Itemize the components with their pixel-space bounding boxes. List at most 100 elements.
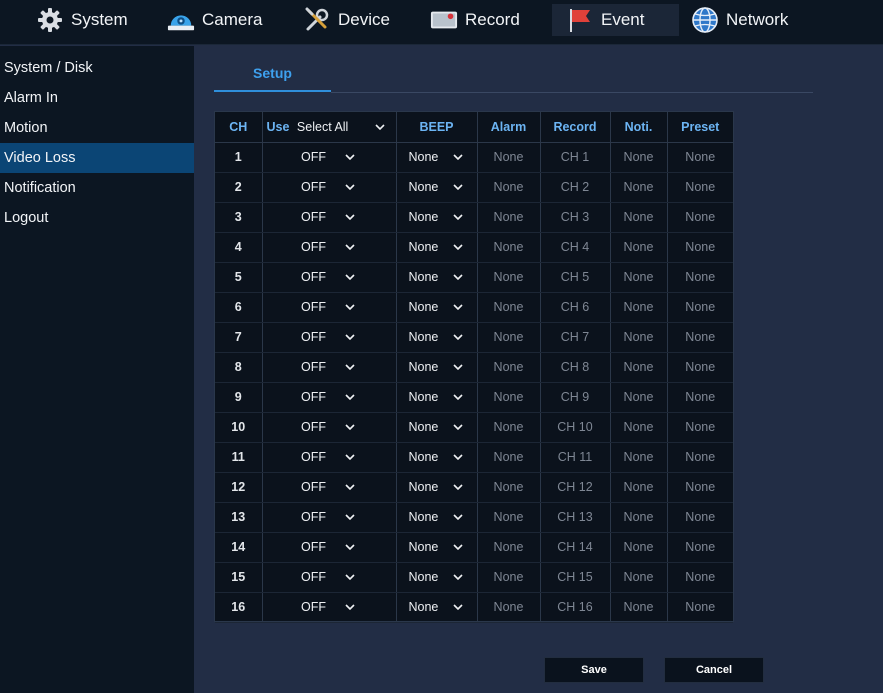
cell-record[interactable]: CH 14 (540, 532, 611, 563)
cell-preset[interactable]: None (667, 502, 733, 533)
sidebar-item-system-disk[interactable]: System / Disk (0, 53, 194, 83)
use-dropdown[interactable]: OFF (301, 390, 357, 404)
use-dropdown[interactable]: OFF (301, 270, 357, 284)
cell-record[interactable]: CH 3 (540, 202, 611, 233)
sidebar-item-logout[interactable]: Logout (0, 203, 194, 233)
nav-camera[interactable]: Camera (167, 4, 277, 36)
beep-dropdown[interactable]: None (409, 390, 465, 404)
cancel-button[interactable]: Cancel (664, 657, 764, 683)
beep-dropdown[interactable]: None (409, 330, 465, 344)
nav-system[interactable]: System (36, 4, 146, 36)
cell-alarm[interactable]: None (477, 412, 541, 443)
tab-setup[interactable]: Setup (214, 56, 331, 92)
cell-noti[interactable]: None (610, 232, 668, 263)
sidebar-item-video-loss[interactable]: Video Loss (0, 143, 194, 173)
beep-dropdown[interactable]: None (409, 360, 465, 374)
cell-alarm[interactable]: None (477, 472, 541, 503)
cell-noti[interactable]: None (610, 472, 668, 503)
beep-dropdown[interactable]: None (409, 570, 465, 584)
cell-preset[interactable]: None (667, 442, 733, 473)
save-button[interactable]: Save (544, 657, 644, 683)
nav-device[interactable]: Device (303, 4, 413, 36)
cell-record[interactable]: CH 12 (540, 472, 611, 503)
cell-preset[interactable]: None (667, 472, 733, 503)
cell-noti[interactable]: None (610, 502, 668, 533)
use-dropdown[interactable]: OFF (301, 210, 357, 224)
use-dropdown[interactable]: OFF (301, 240, 357, 254)
use-dropdown[interactable]: OFF (301, 360, 357, 374)
cell-alarm[interactable]: None (477, 142, 541, 173)
nav-network[interactable]: Network (691, 4, 801, 36)
cell-alarm[interactable]: None (477, 382, 541, 413)
cell-noti[interactable]: None (610, 292, 668, 323)
cell-noti[interactable]: None (610, 262, 668, 293)
sidebar-item-notification[interactable]: Notification (0, 173, 194, 203)
cell-record[interactable]: CH 11 (540, 442, 611, 473)
cell-alarm[interactable]: None (477, 262, 541, 293)
cell-alarm[interactable]: None (477, 292, 541, 323)
use-dropdown[interactable]: OFF (301, 420, 357, 434)
cell-record[interactable]: CH 6 (540, 292, 611, 323)
use-dropdown[interactable]: OFF (301, 300, 357, 314)
use-dropdown[interactable]: OFF (301, 180, 357, 194)
sidebar-item-alarm-in[interactable]: Alarm In (0, 83, 194, 113)
nav-record[interactable]: Record (430, 4, 540, 36)
cell-record[interactable]: CH 7 (540, 322, 611, 353)
use-dropdown[interactable]: OFF (301, 600, 357, 614)
beep-dropdown[interactable]: None (409, 510, 465, 524)
cell-alarm[interactable]: None (477, 172, 541, 203)
cell-alarm[interactable]: None (477, 202, 541, 233)
use-dropdown[interactable]: OFF (301, 150, 357, 164)
cell-preset[interactable]: None (667, 562, 733, 593)
cell-alarm[interactable]: None (477, 322, 541, 353)
beep-dropdown[interactable]: None (409, 180, 465, 194)
cell-record[interactable]: CH 2 (540, 172, 611, 203)
cell-noti[interactable]: None (610, 202, 668, 233)
beep-dropdown[interactable]: None (409, 270, 465, 284)
cell-preset[interactable]: None (667, 412, 733, 443)
use-dropdown[interactable]: OFF (301, 570, 357, 584)
cell-noti[interactable]: None (610, 532, 668, 563)
cell-preset[interactable]: None (667, 232, 733, 263)
sidebar-item-motion[interactable]: Motion (0, 113, 194, 143)
cell-noti[interactable]: None (610, 412, 668, 443)
cell-preset[interactable]: None (667, 202, 733, 233)
cell-record[interactable]: CH 1 (540, 142, 611, 173)
cell-alarm[interactable]: None (477, 562, 541, 593)
cell-noti[interactable]: None (610, 592, 668, 623)
beep-dropdown[interactable]: None (409, 210, 465, 224)
cell-alarm[interactable]: None (477, 502, 541, 533)
cell-alarm[interactable]: None (477, 442, 541, 473)
cell-alarm[interactable]: None (477, 232, 541, 263)
cell-preset[interactable]: None (667, 322, 733, 353)
cell-alarm[interactable]: None (477, 532, 541, 563)
use-dropdown[interactable]: OFF (301, 510, 357, 524)
beep-dropdown[interactable]: None (409, 450, 465, 464)
use-dropdown[interactable]: OFF (301, 480, 357, 494)
cell-record[interactable]: CH 4 (540, 232, 611, 263)
beep-dropdown[interactable]: None (409, 600, 465, 614)
cell-alarm[interactable]: None (477, 352, 541, 383)
cell-preset[interactable]: None (667, 592, 733, 623)
cell-record[interactable]: CH 13 (540, 502, 611, 533)
cell-noti[interactable]: None (610, 382, 668, 413)
cell-noti[interactable]: None (610, 172, 668, 203)
cell-noti[interactable]: None (610, 442, 668, 473)
cell-record[interactable]: CH 9 (540, 382, 611, 413)
cell-preset[interactable]: None (667, 142, 733, 173)
cell-record[interactable]: CH 16 (540, 592, 611, 623)
use-dropdown[interactable]: OFF (301, 330, 357, 344)
select-all-dropdown[interactable]: Select All (297, 120, 387, 134)
cell-preset[interactable]: None (667, 262, 733, 293)
cell-record[interactable]: CH 10 (540, 412, 611, 443)
beep-dropdown[interactable]: None (409, 300, 465, 314)
beep-dropdown[interactable]: None (409, 480, 465, 494)
beep-dropdown[interactable]: None (409, 420, 465, 434)
cell-preset[interactable]: None (667, 172, 733, 203)
cell-record[interactable]: CH 15 (540, 562, 611, 593)
use-dropdown[interactable]: OFF (301, 540, 357, 554)
cell-record[interactable]: CH 5 (540, 262, 611, 293)
cell-noti[interactable]: None (610, 352, 668, 383)
beep-dropdown[interactable]: None (409, 540, 465, 554)
beep-dropdown[interactable]: None (409, 150, 465, 164)
